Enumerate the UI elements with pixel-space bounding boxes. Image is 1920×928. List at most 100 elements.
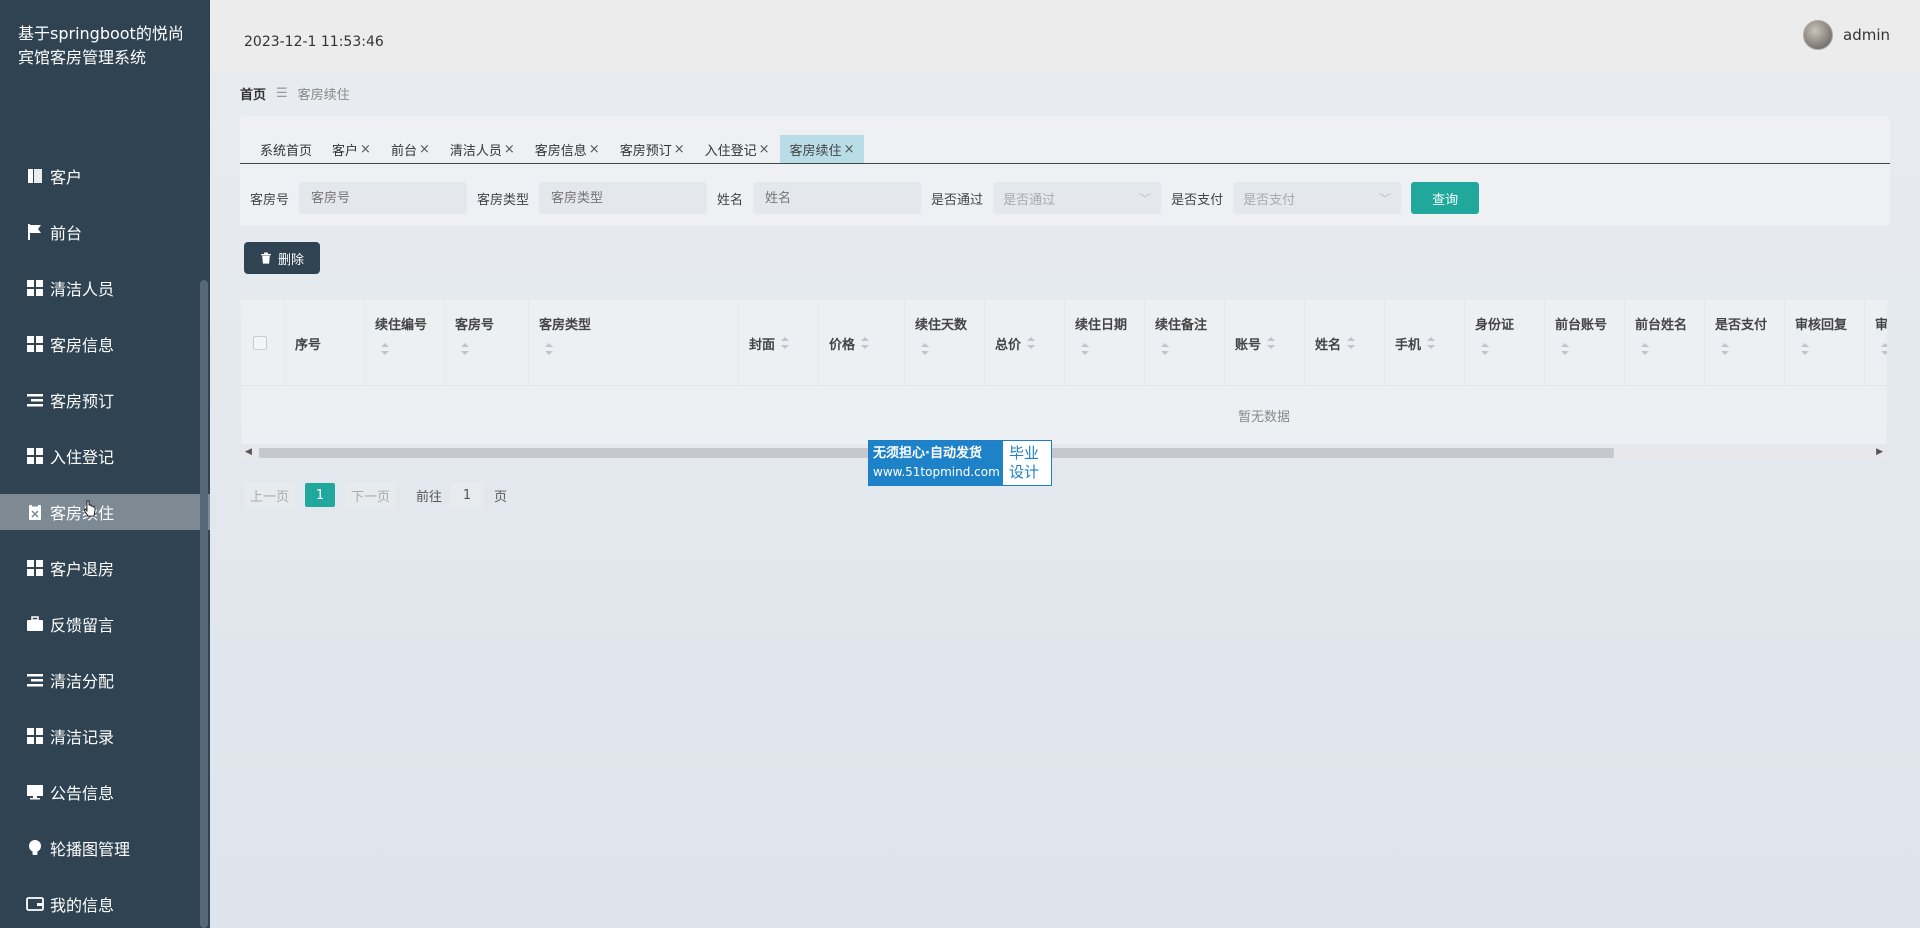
- sort-icon[interactable]: [1721, 343, 1729, 355]
- prev-page-button[interactable]: 上一页: [244, 482, 296, 508]
- sort-icon[interactable]: [1801, 343, 1809, 355]
- empty-state: 暂无数据: [1237, 409, 1290, 425]
- column-header[interactable]: 续住日期: [1065, 300, 1145, 386]
- delete-button[interactable]: 删除: [244, 242, 320, 274]
- sort-icon[interactable]: [1481, 343, 1489, 355]
- data-table: 序号 续住编号 客房号 客房类型 封面 价格 续住天数 总价 续住日期 续住备注 账号 姓名 手机 身份证…: [241, 300, 1887, 444]
- column-header[interactable]: 账号: [1225, 300, 1305, 386]
- watermark-left: 无须担心·自动发货 www.51topmind.com: [869, 441, 1003, 485]
- tab-1[interactable]: 客户 ×: [322, 135, 381, 163]
- sidebar-item-3[interactable]: 客房信息: [0, 326, 210, 362]
- sidebar-item-12[interactable]: 轮播图管理: [0, 830, 210, 866]
- room-no-input[interactable]: [299, 182, 468, 214]
- scroll-right-icon[interactable]: ▶: [1876, 447, 1883, 457]
- column-header-label: 前台姓名: [1635, 318, 1688, 333]
- column-header[interactable]: 续住天数: [905, 300, 985, 386]
- sort-icon[interactable]: [921, 343, 929, 355]
- sidebar-item-9[interactable]: 清洁分配: [0, 662, 210, 698]
- tab-2[interactable]: 前台 ×: [381, 135, 440, 163]
- sidebar-item-8[interactable]: 反馈留言: [0, 606, 210, 642]
- sort-icon[interactable]: [461, 343, 469, 355]
- paid-placeholder: 是否支付: [1243, 192, 1296, 208]
- main-panel: 系统首页 客户 × 前台 × 清洁人员 × 客房信息 × 客房预订 × 入住登记 × 客房续住 × 客房号 …: [240, 116, 1890, 226]
- column-header[interactable]: 姓名: [1305, 300, 1385, 386]
- close-icon[interactable]: ×: [419, 142, 430, 157]
- column-header[interactable]: 审核状态: [1865, 300, 1887, 386]
- close-icon[interactable]: ×: [589, 142, 600, 157]
- select-all-checkbox[interactable]: [253, 336, 267, 350]
- column-header[interactable]: 价格: [819, 300, 905, 386]
- sort-icon[interactable]: [1881, 343, 1887, 355]
- close-icon[interactable]: ×: [674, 142, 685, 157]
- column-header[interactable]: 客房号: [445, 300, 529, 386]
- sort-icon[interactable]: [381, 343, 389, 355]
- sort-icon[interactable]: [861, 337, 870, 349]
- sidebar-item-1[interactable]: 前台: [0, 214, 210, 250]
- breadcrumb-home[interactable]: 首页: [240, 84, 266, 103]
- sidebar-item-4[interactable]: 客房预订: [0, 382, 210, 418]
- sidebar-item-7[interactable]: 客户退房: [0, 550, 210, 586]
- sort-icon[interactable]: [1161, 343, 1169, 355]
- username[interactable]: admin: [1843, 26, 1890, 44]
- column-header[interactable]: 身份证: [1465, 300, 1545, 386]
- sort-icon[interactable]: [1267, 337, 1276, 349]
- column-header[interactable]: 总价: [985, 300, 1065, 386]
- column-header[interactable]: 前台账号: [1545, 300, 1625, 386]
- sidebar-item-0[interactable]: 客户: [0, 158, 210, 194]
- sidebar-item-11[interactable]: 公告信息: [0, 774, 210, 810]
- sidebar-item-5[interactable]: 入住登记: [0, 438, 210, 474]
- tab-7[interactable]: 客房续住 ×: [779, 135, 865, 163]
- sort-icon[interactable]: [1081, 343, 1089, 355]
- sidebar-item-label: 反馈留言: [50, 616, 115, 635]
- sidebar-item-10[interactable]: 清洁记录: [0, 718, 210, 754]
- column-header[interactable]: 手机: [1385, 300, 1465, 386]
- table-header: 序号 续住编号 客房号 客房类型 封面 价格 续住天数 总价 续住日期 续住备注 账号 姓名 手机 身份证…: [241, 300, 1887, 386]
- sort-icon[interactable]: [1427, 337, 1436, 349]
- goto-page-input[interactable]: 1: [450, 482, 485, 508]
- sort-icon[interactable]: [1561, 343, 1569, 355]
- tab-6[interactable]: 入住登记 ×: [695, 135, 780, 163]
- close-icon[interactable]: ×: [360, 142, 371, 157]
- approved-select[interactable]: 是否通过 ﹀: [993, 182, 1162, 214]
- sidebar-item-13[interactable]: 我的信息: [0, 886, 210, 922]
- app-title: 基于springboot的悦尚宾馆客房管理系统: [18, 24, 184, 67]
- column-header[interactable]: 封面: [739, 300, 819, 386]
- tab-0[interactable]: 系统首页: [250, 135, 322, 163]
- sidebar-scrollbar[interactable]: [200, 280, 208, 928]
- user-menu[interactable]: admin: [1803, 20, 1890, 50]
- avatar[interactable]: [1803, 20, 1833, 50]
- column-header[interactable]: 续住备注: [1145, 300, 1225, 386]
- tab-bar: 系统首页 客户 × 前台 × 清洁人员 × 客房信息 × 客房预订 × 入住登记 × 客房续住 ×: [240, 135, 1890, 164]
- next-page-button[interactable]: 下一页: [345, 482, 397, 508]
- sort-icon[interactable]: [545, 343, 553, 355]
- page-number-current[interactable]: 1: [305, 483, 336, 507]
- close-icon[interactable]: ×: [504, 142, 515, 157]
- column-header[interactable]: 续住编号: [365, 300, 445, 386]
- column-header[interactable]: 前台姓名: [1625, 300, 1705, 386]
- column-header[interactable]: 客房类型: [529, 300, 739, 386]
- sidebar-item-2[interactable]: 清洁人员: [0, 270, 210, 306]
- briefcase-icon: [26, 615, 44, 633]
- tab-4[interactable]: 客房信息 ×: [525, 135, 610, 163]
- sidebar-item-6[interactable]: 客房续住: [0, 494, 210, 530]
- tab-3[interactable]: 清洁人员 ×: [440, 135, 525, 163]
- scroll-left-icon[interactable]: ◀: [245, 447, 252, 457]
- sidebar-item-label: 客房续住: [50, 504, 115, 523]
- sort-icon[interactable]: [1027, 337, 1036, 349]
- column-header[interactable]: 审核回复: [1785, 300, 1865, 386]
- column-header[interactable]: 是否支付: [1705, 300, 1785, 386]
- room-type-input[interactable]: [539, 182, 708, 214]
- sort-icon[interactable]: [1641, 343, 1649, 355]
- header-datetime: 2023-12-1 11:53:46: [244, 34, 384, 50]
- column-header[interactable]: 序号: [285, 300, 365, 386]
- tab-5[interactable]: 客房预订 ×: [610, 135, 695, 163]
- close-icon[interactable]: ×: [844, 142, 855, 157]
- sort-icon[interactable]: [781, 337, 790, 349]
- sort-icon[interactable]: [1347, 337, 1356, 349]
- close-icon[interactable]: ×: [759, 142, 770, 157]
- table-horizontal-scrollbar[interactable]: ◀ ▶: [241, 446, 1887, 460]
- paid-select[interactable]: 是否支付 ﹀: [1233, 182, 1402, 214]
- name-input[interactable]: [753, 182, 922, 214]
- delete-label: 删除: [277, 252, 304, 268]
- query-button[interactable]: 查询: [1411, 182, 1480, 214]
